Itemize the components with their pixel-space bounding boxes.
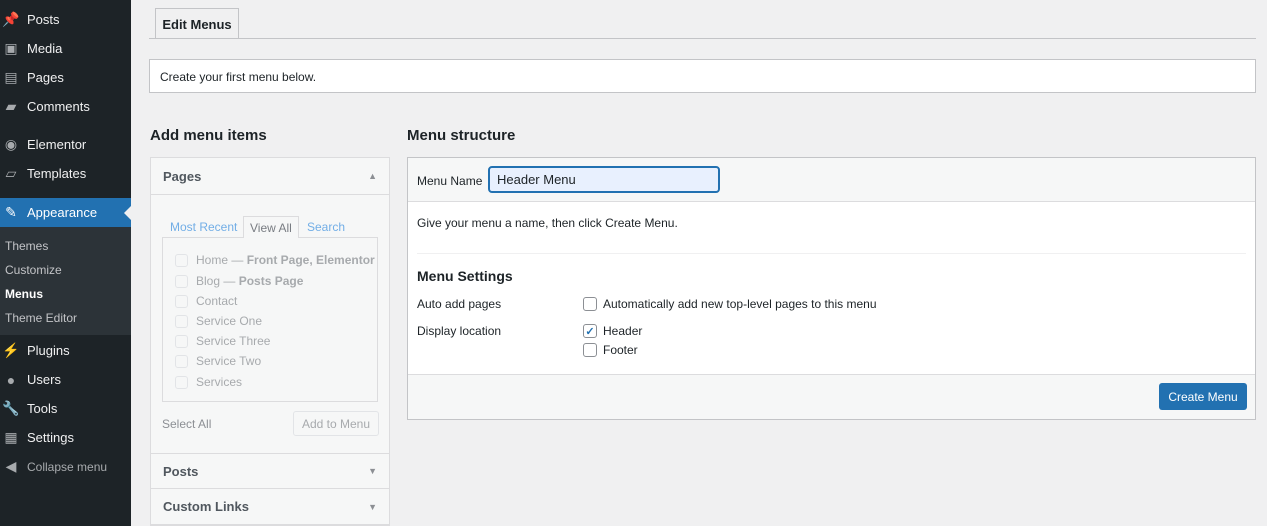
checkbox[interactable] <box>175 253 188 267</box>
menu-name-header: Menu Name Header Menu <box>408 158 1255 202</box>
list-item[interactable]: Service One <box>175 314 262 328</box>
list-item[interactable]: Contact <box>175 294 237 308</box>
tab-most-recent[interactable]: Most Recent <box>164 216 243 238</box>
menu-structure-heading: Menu structure <box>407 127 516 144</box>
sidebar-item-posts[interactable]: 📌 Posts <box>0 5 131 34</box>
sidebar-item-comments[interactable]: ▰ Comments <box>0 92 131 121</box>
header-location-option[interactable]: ✓ Header <box>583 324 642 338</box>
pages-checklist: Home — Front Page, Elementor Blog — Post… <box>162 237 378 402</box>
submenu-themes[interactable]: Themes <box>5 239 48 253</box>
chevron-down-icon: ▼ <box>368 501 377 512</box>
menu-structure-box: Menu Name Header Menu Give your menu a n… <box>407 157 1256 420</box>
chevron-up-icon: ▲ <box>368 171 377 181</box>
checkbox[interactable] <box>175 375 188 389</box>
chevron-down-icon: ▼ <box>368 466 377 476</box>
list-item[interactable]: Services <box>175 375 242 389</box>
divider <box>417 253 1246 254</box>
sidebar-item-users[interactable]: ● Users <box>0 365 131 394</box>
sidebar-item-settings[interactable]: ▦ Settings <box>0 423 131 452</box>
list-item[interactable]: Blog — Posts Page <box>175 274 303 288</box>
menu-name-input[interactable]: Header Menu <box>488 166 720 193</box>
user-icon: ● <box>6 371 16 388</box>
collapse-menu-button[interactable]: ◀ Collapse menu <box>0 452 131 481</box>
pages-icon: ▤ <box>4 69 18 85</box>
sidebar-item-elementor[interactable]: ◉ Elementor <box>0 130 131 159</box>
sidebar-item-tools[interactable]: 🔧 Tools <box>0 394 131 423</box>
sidebar-item-media[interactable]: ▣ Media <box>0 34 131 63</box>
menu-structure-footer <box>408 374 1255 419</box>
brush-icon: ✎ <box>5 204 17 220</box>
folder-icon: ▱ <box>5 165 17 181</box>
notice-message: Create your first menu below. <box>149 59 1256 93</box>
menu-name-label: Menu Name <box>417 174 483 188</box>
settings-icon: ▦ <box>4 429 18 445</box>
create-menu-button[interactable]: Create Menu <box>1159 383 1247 410</box>
display-location-label: Display location <box>417 324 502 338</box>
comment-icon: ▰ <box>5 98 17 114</box>
hint-text: Give your menu a name, then click Create… <box>417 216 678 230</box>
checkbox[interactable] <box>175 294 188 308</box>
tab-search[interactable]: Search <box>301 216 351 238</box>
collapse-icon: ◀ <box>5 458 17 474</box>
plugin-icon: ⚡ <box>2 342 20 358</box>
footer-location-option[interactable]: Footer <box>583 343 638 357</box>
menu-settings-heading: Menu Settings <box>417 268 513 284</box>
pages-section-header[interactable]: Pages ▲ <box>151 158 389 195</box>
sidebar-item-appearance[interactable]: ✎ Appearance <box>0 198 131 227</box>
add-menu-items-heading: Add menu items <box>150 127 267 144</box>
footer-checkbox[interactable] <box>583 343 597 357</box>
pin-icon: 📌 <box>2 11 20 27</box>
submenu-theme-editor[interactable]: Theme Editor <box>5 311 77 325</box>
submenu-customize[interactable]: Customize <box>5 263 62 277</box>
elementor-icon: ◉ <box>4 136 18 152</box>
tab-divider <box>149 38 1256 39</box>
checkbox[interactable] <box>175 274 188 288</box>
custom-links-section-header[interactable]: Custom Links ▼ <box>151 489 389 525</box>
add-to-menu-button[interactable]: Add to Menu <box>293 411 379 436</box>
posts-section-header[interactable]: Posts ▼ <box>151 453 389 489</box>
header-checkbox[interactable]: ✓ <box>583 324 597 338</box>
submenu-menus[interactable]: Menus <box>5 287 43 301</box>
auto-add-option[interactable]: Automatically add new top-level pages to… <box>583 297 877 311</box>
checkbox[interactable] <box>175 354 188 368</box>
tab-edit-menus[interactable]: Edit Menus <box>155 8 239 39</box>
list-item[interactable]: Home — Front Page, Elementor <box>175 253 375 267</box>
auto-add-label: Auto add pages <box>417 297 502 311</box>
appearance-submenu: Themes Customize Menus Theme Editor <box>0 227 131 335</box>
media-icon: ▣ <box>4 40 18 56</box>
checkbox[interactable] <box>175 314 188 328</box>
tab-view-all[interactable]: View All <box>243 216 299 238</box>
auto-add-checkbox[interactable] <box>583 297 597 311</box>
sidebar-item-templates[interactable]: ▱ Templates <box>0 159 131 188</box>
select-all-link[interactable]: Select All <box>162 417 211 431</box>
sidebar-item-plugins[interactable]: ⚡ Plugins <box>0 336 131 365</box>
wrench-icon: 🔧 <box>2 400 20 416</box>
list-item[interactable]: Service Three <box>175 334 270 348</box>
list-item[interactable]: Service Two <box>175 354 261 368</box>
admin-sidebar: 📌 Posts ▣ Media ▤ Pages ▰ Comments ◉ Elemento… <box>0 0 131 526</box>
checkbox[interactable] <box>175 334 188 348</box>
sidebar-item-pages[interactable]: ▤ Pages <box>0 63 131 92</box>
